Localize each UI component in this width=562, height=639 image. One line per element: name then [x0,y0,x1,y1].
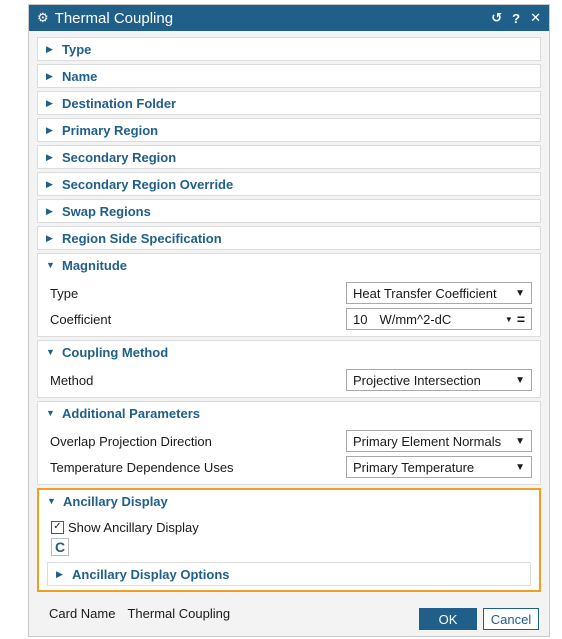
section-secondary-region-label: Secondary Region [62,149,177,165]
chevron-down-icon: ▼ [515,287,525,299]
caret-right-icon: ▶ [46,124,53,135]
caret-right-icon: ▶ [46,178,53,189]
card-name-value: Thermal Coupling [127,606,231,621]
dialog-titlebar: ⚙ Thermal Coupling ↺ ? ✕ [29,5,549,31]
section-destination-folder[interactable]: ▶ Destination Folder [37,91,541,115]
magnitude-type-select[interactable]: Heat Transfer Coefficient ▼ [346,282,532,304]
dialog-content: ▶ Type ▶ Name ▶ Destination Folder ▶ Primary… [29,31,549,629]
method-value: Projective Intersection [353,372,481,388]
section-coupling-method: ▼ Coupling Method Method Projective Inte… [37,340,541,398]
ok-button[interactable]: OK [419,608,477,630]
refresh-icon[interactable]: C [51,538,69,556]
caret-down-icon: ▼ [46,260,55,270]
coefficient-value: 10 [353,311,368,327]
caret-right-icon: ▶ [46,232,53,243]
unit-dropdown-icon[interactable]: ▼ [505,315,513,324]
caret-right-icon: ▶ [46,97,53,108]
section-magnitude-header[interactable]: ▼ Magnitude [38,254,540,276]
dialog-title: Thermal Coupling [54,9,174,27]
overlap-projection-select[interactable]: Primary Element Normals ▼ [346,430,532,452]
close-icon[interactable]: ✕ [530,10,541,26]
section-type[interactable]: ▶ Type [37,37,541,61]
section-ancillary-display-options-label: Ancillary Display Options [72,566,230,582]
section-name-label: Name [62,68,98,84]
caret-right-icon: ▶ [46,70,53,81]
cancel-button[interactable]: Cancel [483,608,539,630]
show-ancillary-display-label: Show Ancillary Display [68,519,199,535]
dialog-buttons: OK Cancel [419,608,539,630]
section-ancillary-display-header[interactable]: ▼ Ancillary Display [39,490,539,512]
section-region-side-specification[interactable]: ▶ Region Side Specification [37,226,541,250]
section-primary-region-label: Primary Region [62,122,159,138]
magnitude-type-label: Type [50,285,79,301]
temperature-dependence-label: Temperature Dependence Uses [50,459,234,475]
overlap-projection-label: Overlap Projection Direction [50,433,212,449]
section-additional-parameters-header[interactable]: ▼ Additional Parameters [38,402,540,424]
section-region-side-specification-label: Region Side Specification [62,230,222,246]
caret-right-icon: ▶ [46,43,53,54]
caret-right-icon: ▶ [56,568,63,579]
section-magnitude-label: Magnitude [62,257,127,273]
help-icon[interactable]: ? [512,11,520,26]
overlap-projection-value: Primary Element Normals [353,433,502,449]
section-additional-parameters: ▼ Additional Parameters Overlap Projecti… [37,401,541,485]
section-ancillary-display: ▼ Ancillary Display ✓ Show Ancillary Dis… [37,488,541,592]
gear-icon: ⚙ [37,10,49,25]
chevron-down-icon: ▼ [515,435,525,447]
section-magnitude: ▼ Magnitude Type Heat Transfer Coefficie… [37,253,541,337]
section-ancillary-display-options[interactable]: ▶ Ancillary Display Options [47,562,531,586]
section-coupling-method-header[interactable]: ▼ Coupling Method [38,341,540,363]
show-ancillary-display-checkbox[interactable]: ✓ [51,520,64,534]
magnitude-type-value: Heat Transfer Coefficient [353,285,497,301]
section-additional-parameters-label: Additional Parameters [62,405,200,421]
caret-down-icon: ▼ [46,347,55,357]
caret-right-icon: ▶ [46,151,53,162]
method-label: Method [50,372,94,388]
caret-right-icon: ▶ [46,205,53,216]
chevron-down-icon: ▼ [515,461,525,473]
section-swap-regions[interactable]: ▶ Swap Regions [37,199,541,223]
coefficient-input[interactable]: 10 W/mm^2-dC ▼ = [346,308,532,330]
method-select[interactable]: Projective Intersection ▼ [346,369,532,391]
section-secondary-region-override[interactable]: ▶ Secondary Region Override [37,172,541,196]
show-ancillary-display-row[interactable]: ✓ Show Ancillary Display [39,516,539,538]
thermal-coupling-dialog: ⚙ Thermal Coupling ↺ ? ✕ ▶ Type ▶ Name ▶ De… [28,4,550,637]
coefficient-unit: W/mm^2-dC [379,311,452,327]
caret-down-icon: ▼ [46,408,55,418]
section-destination-folder-label: Destination Folder [62,95,177,111]
temperature-dependence-value: Primary Temperature [353,459,475,475]
section-coupling-method-label: Coupling Method [62,344,169,360]
section-secondary-region[interactable]: ▶ Secondary Region [37,145,541,169]
section-secondary-region-override-label: Secondary Region Override [62,176,234,192]
temperature-dependence-select[interactable]: Primary Temperature ▼ [346,456,532,478]
section-primary-region[interactable]: ▶ Primary Region [37,118,541,142]
section-swap-regions-label: Swap Regions [62,203,151,219]
section-name[interactable]: ▶ Name [37,64,541,88]
section-ancillary-display-label: Ancillary Display [63,493,168,509]
formula-equals-icon[interactable]: = [517,311,525,327]
chevron-down-icon: ▼ [515,374,525,386]
caret-down-icon: ▼ [47,496,56,506]
coefficient-label: Coefficient [50,311,112,327]
card-name-label: Card Name [49,606,116,621]
section-type-label: Type [62,41,92,57]
reset-icon[interactable]: ↺ [491,10,502,26]
